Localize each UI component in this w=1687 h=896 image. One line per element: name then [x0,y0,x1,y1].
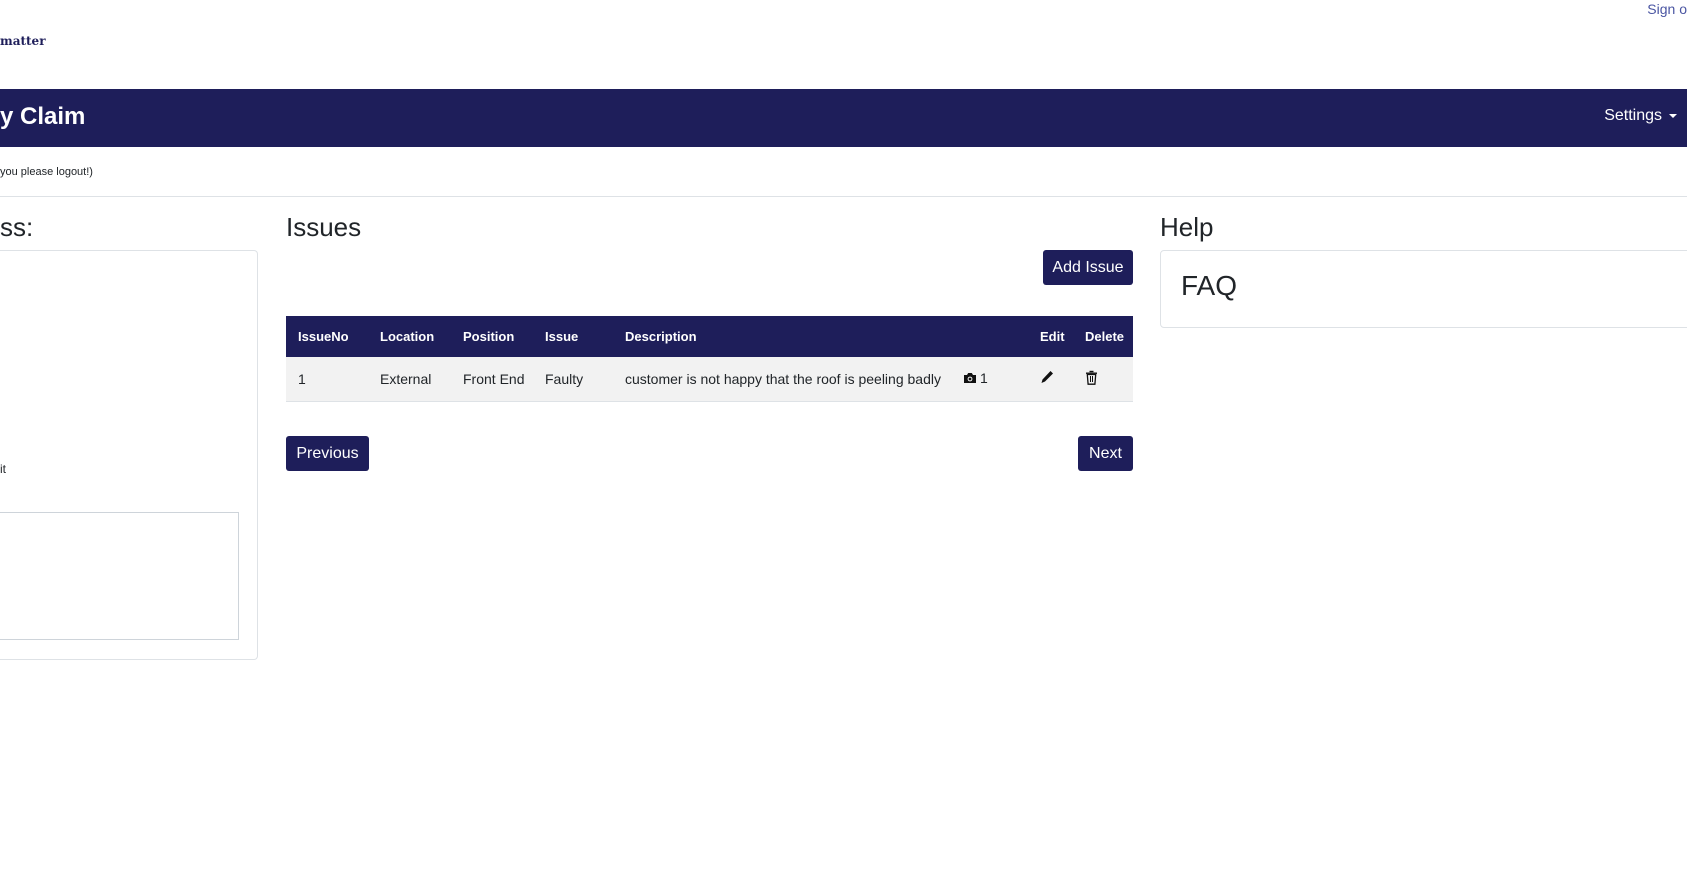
photo-count: 1 [980,370,988,387]
notes-textarea[interactable] [0,512,239,640]
issues-heading: Issues [286,212,362,242]
logout-notice: you please logout!) [0,166,93,178]
brand-logo-text: matter [0,34,46,48]
previous-button[interactable]: Previous [286,436,369,471]
next-button[interactable]: Next [1078,436,1133,471]
navbar: y Claim Settings [0,89,1687,147]
cell-location: External [380,370,432,387]
cell-position: Front End [463,370,525,387]
column-header-delete: Delete [1085,329,1125,344]
faq-title: FAQ [1181,270,1238,301]
photos-link[interactable]: 1 [963,370,988,386]
settings-label: Settings [1604,107,1662,124]
column-header-issue: Issue [545,329,579,344]
table-row: 1 External Front End Faulty customer is … [286,357,1133,401]
cell-photos: 1 [951,357,1028,401]
pencil-icon[interactable] [1040,370,1054,384]
column-header-position: Position [463,329,515,344]
column-header-edit: Edit [1040,329,1065,344]
address-heading: ss: [0,212,34,242]
sign-out-link[interactable]: Sign o [1647,1,1687,17]
top-bar: Sign o matter [0,0,1687,89]
chevron-down-icon [1669,113,1677,118]
column-header-description: Description [625,329,697,344]
cell-issue: Faulty [545,370,584,387]
column-header-photos [951,316,1028,357]
address-text: it [0,462,6,476]
cell-edit [1028,357,1073,401]
help-heading: Help [1160,212,1214,242]
column-header-issueno: IssueNo [298,329,349,344]
settings-dropdown[interactable]: Settings [1604,107,1677,125]
table-header-row: IssueNo Location Position Issue Descript… [286,316,1133,357]
cell-description: customer is not happy that the roof is p… [625,370,941,387]
camera-icon [964,373,976,384]
page-title: y Claim [0,103,86,130]
cell-delete [1073,357,1133,401]
cell-issue-no: 1 [298,370,306,387]
issues-table: IssueNo Location Position Issue Descript… [286,316,1133,402]
trash-icon[interactable] [1085,370,1098,385]
add-issue-button[interactable]: Add Issue [1043,250,1133,285]
column-header-location: Location [380,329,435,344]
divider [0,196,1687,197]
help-card: FAQ [1160,250,1687,328]
